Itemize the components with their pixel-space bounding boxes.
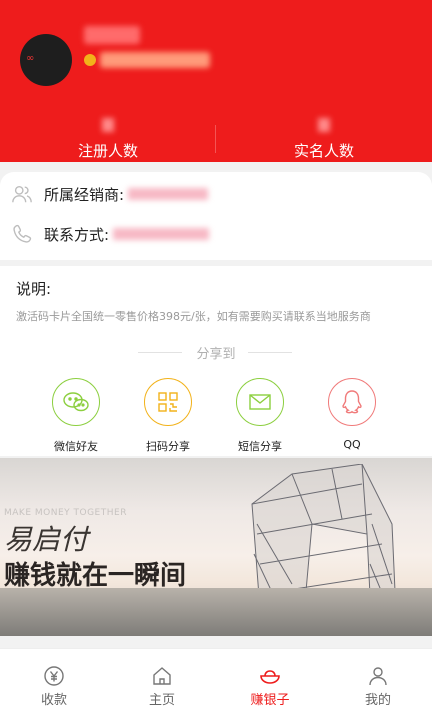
registered-count-mask <box>102 118 114 132</box>
avatar-logo: ∞ <box>26 53 35 64</box>
share-qrcode-circle <box>144 378 192 426</box>
share-divider-right <box>248 352 292 353</box>
stat-registered[interactable]: 注册人数 <box>0 118 216 162</box>
mail-icon <box>249 394 271 410</box>
avatar[interactable]: ∞ <box>20 34 72 86</box>
share-qrcode[interactable]: 扫码分享 <box>122 378 214 454</box>
explain-description: 激活码卡片全国统一零售价格398元/张，如有需要购买请联系当地服务商 <box>16 310 371 323</box>
registered-label: 注册人数 <box>77 142 138 160</box>
bottom-nav: 收款 主页 赚银子 我的 <box>0 648 432 720</box>
share-heading: 分享到 <box>196 347 236 362</box>
city-skyline <box>0 588 432 636</box>
share-sms[interactable]: 短信分享 <box>214 378 306 454</box>
stats-divider <box>215 125 216 153</box>
nav-label-mine: 我的 <box>364 693 391 708</box>
promo-banner[interactable]: MAKE MONEY TOGETHER 易启付 赚钱就在一瞬间 <box>0 458 432 636</box>
nav-label-collect: 收款 <box>40 693 67 708</box>
banner-tagline: MAKE MONEY TOGETHER <box>4 508 127 518</box>
contact-value-mask <box>113 228 210 240</box>
wechat-icon <box>63 392 89 412</box>
share-qq-label: QQ <box>343 438 361 451</box>
contact-row[interactable]: 联系方式: <box>0 214 432 254</box>
share-options: 微信好友 扫码分享 短信分享 QQ <box>0 378 432 456</box>
verified-label: 实名人数 <box>293 142 354 160</box>
page: ∞ 注册人数 实名人数 所属经销商: 联系方式: 说明: 激活码卡片全国统一零售… <box>0 0 432 720</box>
user-info-mask <box>100 52 210 68</box>
dealer-label: 所属经销商: <box>44 185 125 204</box>
home-icon <box>153 667 171 685</box>
share-wechat[interactable]: 微信好友 <box>30 378 122 454</box>
username-mask <box>84 26 140 44</box>
share-qq-circle <box>328 378 376 426</box>
level-coin-icon <box>84 54 96 66</box>
nav-item-collect[interactable]: 收款 <box>0 649 108 720</box>
verified-count-mask <box>318 118 330 132</box>
yen-icon <box>44 666 64 686</box>
nav-item-earn[interactable]: 赚银子 <box>216 649 324 720</box>
nav-label-home: 主页 <box>148 693 175 708</box>
explain-title: 说明: <box>16 280 52 298</box>
stat-verified[interactable]: 实名人数 <box>216 118 432 162</box>
qq-icon <box>342 390 362 414</box>
share-section: 说明: 激活码卡片全国统一零售价格398元/张，如有需要购买请联系当地服务商 分… <box>0 266 432 456</box>
banner-brand: 易启付 <box>4 523 89 556</box>
nav-label-earn: 赚银子 <box>250 693 290 708</box>
share-wechat-circle <box>52 378 100 426</box>
dealer-card: 所属经销商: 联系方式: <box>0 172 432 260</box>
share-qq[interactable]: QQ <box>306 378 398 451</box>
dealer-value-mask <box>128 188 209 200</box>
contact-label: 联系方式: <box>44 225 110 244</box>
phone-icon <box>13 224 32 243</box>
share-sms-label: 短信分享 <box>238 440 282 453</box>
user-icon <box>369 667 387 686</box>
people-icon <box>12 185 32 203</box>
ingot-icon <box>260 670 280 684</box>
stats-bar: 注册人数 实名人数 <box>0 118 432 162</box>
share-wechat-label: 微信好友 <box>54 440 98 453</box>
nav-item-home[interactable]: 主页 <box>108 649 216 720</box>
dealer-row: 所属经销商: <box>0 174 432 214</box>
share-sms-circle <box>236 378 284 426</box>
share-qrcode-label: 扫码分享 <box>146 440 190 453</box>
nav-item-mine[interactable]: 我的 <box>324 649 432 720</box>
profile-header: ∞ 注册人数 实名人数 <box>0 0 432 162</box>
qrcode-icon <box>158 392 178 412</box>
banner-slogan: 赚钱就在一瞬间 <box>4 561 187 591</box>
